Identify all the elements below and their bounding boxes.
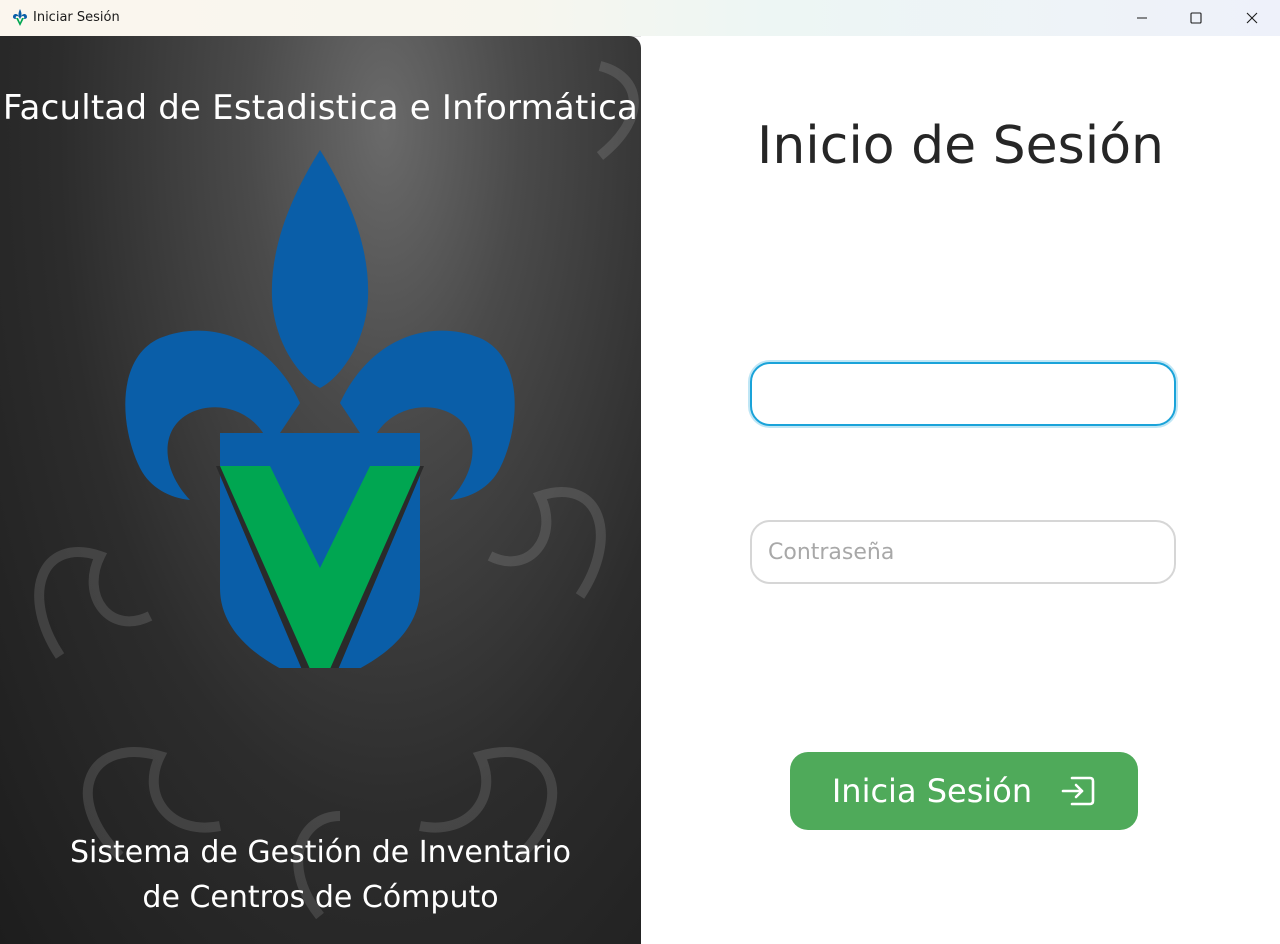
uv-logo <box>125 150 515 668</box>
password-field[interactable] <box>750 520 1176 584</box>
login-button-label: Inicia Sesión <box>831 772 1033 810</box>
maximize-button[interactable] <box>1168 0 1224 36</box>
system-name-line-2: de Centros de Cómputo <box>142 880 499 915</box>
system-name-line-1: Sistema de Gestión de Inventario <box>69 835 572 870</box>
login-panel: Inicio de Sesión Inicia Sesión <box>641 36 1280 944</box>
system-name: Sistema de Gestión de Inventario de Cent… <box>0 830 641 920</box>
username-field[interactable] <box>750 362 1176 426</box>
minimize-icon <box>1137 17 1147 19</box>
close-icon <box>1246 12 1258 24</box>
login-title: Inicio de Sesión <box>757 116 1164 176</box>
sign-in-icon <box>1061 776 1095 806</box>
faculty-title: Facultad de Estadistica e Informática <box>2 88 639 128</box>
uv-logo-icon <box>13 9 27 26</box>
minimize-button[interactable] <box>1114 0 1170 36</box>
branding-panel: Facultad de Estadistica e Informática Si… <box>0 36 641 944</box>
login-button[interactable]: Inicia Sesión <box>790 752 1138 830</box>
login-window: Iniciar Sesión Facultad de Estadistica e… <box>0 0 1280 944</box>
maximize-icon <box>1190 12 1202 24</box>
close-button[interactable] <box>1224 0 1280 36</box>
title-bar[interactable]: Iniciar Sesión <box>0 0 1280 37</box>
window-title: Iniciar Sesión <box>33 10 120 25</box>
